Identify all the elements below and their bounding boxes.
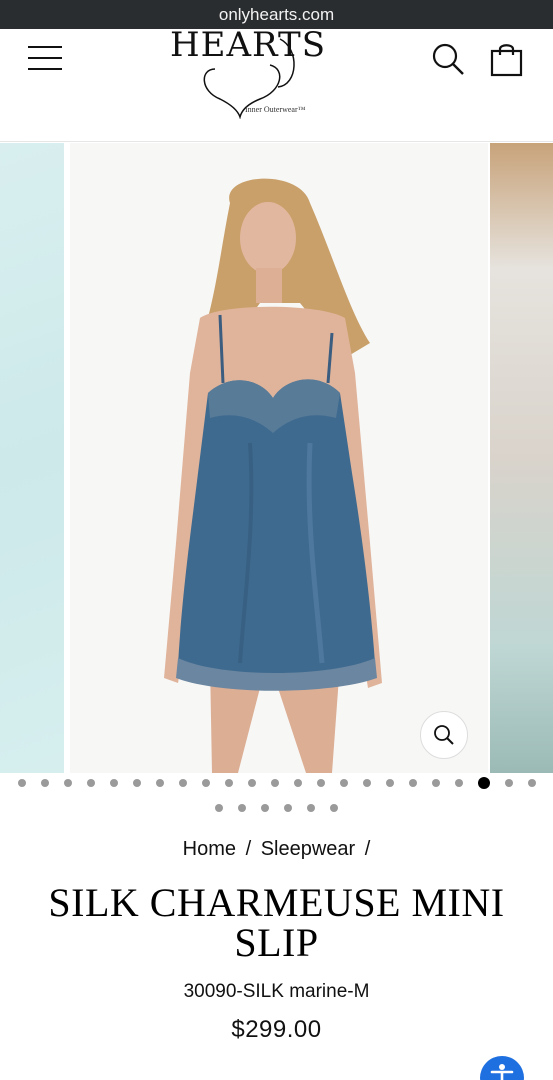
gallery-dot-active[interactable] <box>477 777 490 789</box>
breadcrumb-home-link[interactable]: Home <box>183 838 236 860</box>
gallery-dot[interactable] <box>385 779 394 787</box>
gallery-dot[interactable] <box>454 779 463 787</box>
product-title-line2: SLIP <box>234 920 319 965</box>
product-title-line1: SILK CHARMEUSE MINI <box>48 880 505 925</box>
gallery-dot[interactable] <box>17 779 26 787</box>
gallery-dot[interactable] <box>316 779 325 787</box>
gallery-dot[interactable] <box>215 804 223 812</box>
product-title: SILK CHARMEUSE MINI SLIP <box>30 883 523 963</box>
gallery-dot[interactable] <box>155 779 164 787</box>
product-price: $299.00 <box>231 1016 322 1043</box>
gallery-dot[interactable] <box>261 804 269 812</box>
gallery-dot[interactable] <box>63 779 72 787</box>
cart-icon[interactable] <box>490 41 524 77</box>
gallery-dot[interactable] <box>307 804 315 812</box>
gallery-dot[interactable] <box>178 779 187 787</box>
site-header: HEARTS Inner Outerwear™ <box>0 25 553 142</box>
gallery-dot[interactable] <box>293 779 302 787</box>
accessibility-button[interactable] <box>480 1056 524 1080</box>
breadcrumb-separator: / <box>245 838 252 860</box>
breadcrumb: Home / Sleepwear / <box>0 838 553 861</box>
gallery-dot[interactable] <box>109 779 118 787</box>
accessibility-icon <box>490 1064 514 1080</box>
gallery-dot[interactable] <box>238 804 246 812</box>
gallery-dot[interactable] <box>339 779 348 787</box>
search-icon[interactable] <box>430 41 466 77</box>
product-image[interactable] <box>70 143 488 773</box>
gallery-dot[interactable] <box>330 804 338 812</box>
gallery-dot[interactable] <box>362 779 371 787</box>
gallery-dot[interactable] <box>270 779 279 787</box>
gallery-dot[interactable] <box>132 779 141 787</box>
breadcrumb-sleepwear-link[interactable]: Sleepwear <box>261 838 356 860</box>
gallery-dot[interactable] <box>201 779 210 787</box>
gallery-dot[interactable] <box>86 779 95 787</box>
model-in-slip-image <box>164 178 382 773</box>
gallery-dot[interactable] <box>408 779 417 787</box>
gallery-pagination <box>0 776 553 815</box>
product-sku: 30090-SILK marine-M <box>183 981 370 1002</box>
url-text: onlyhearts.com <box>218 4 335 24</box>
gallery-prev-slide[interactable] <box>0 143 64 773</box>
product-gallery[interactable] <box>0 143 553 773</box>
gallery-dot[interactable] <box>247 779 256 787</box>
gallery-next-slide[interactable] <box>490 143 553 773</box>
logo-tagline: Inner Outerwear™ <box>245 105 306 114</box>
gallery-dot[interactable] <box>527 779 536 787</box>
breadcrumb-separator: / <box>364 838 371 860</box>
gallery-dot[interactable] <box>431 779 440 787</box>
hearts-logo[interactable]: HEARTS Inner Outerwear™ <box>160 25 325 119</box>
zoom-button[interactable] <box>420 711 468 759</box>
gallery-dot[interactable] <box>224 779 233 787</box>
menu-icon[interactable] <box>26 42 66 76</box>
zoom-icon <box>434 725 454 745</box>
gallery-dot[interactable] <box>40 779 49 787</box>
gallery-dot[interactable] <box>284 804 292 812</box>
gallery-dot[interactable] <box>504 779 513 787</box>
